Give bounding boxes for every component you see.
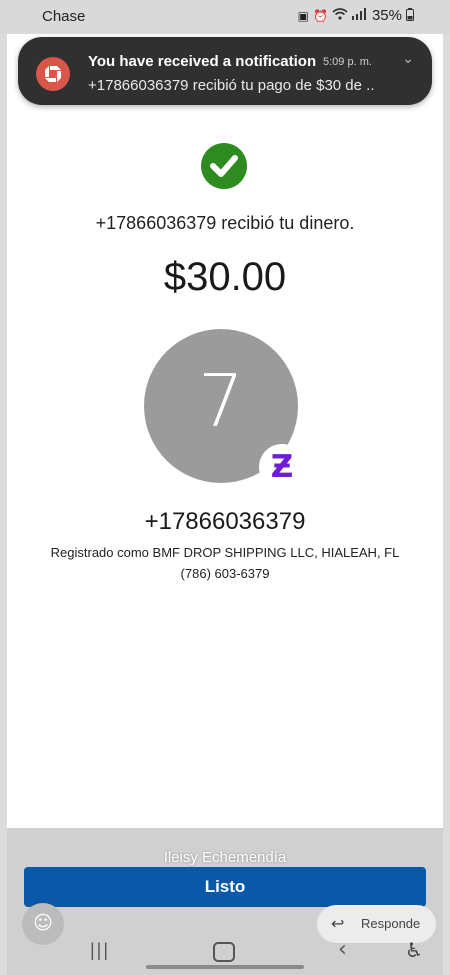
reply-arrow-icon: ↩ (331, 914, 345, 933)
chase-app-icon (36, 57, 70, 91)
status-bar: Chase ▣ ⏰ 35% (0, 0, 450, 34)
recipient-alt-phone: (786) 603-6379 (180, 566, 270, 581)
alarm-icon: ⏰ (313, 8, 328, 23)
confirmation-message: +17866036379 recibió tu dinero. (95, 213, 355, 233)
done-button[interactable]: Listo (24, 867, 426, 907)
lock-icon: ▣ (297, 8, 310, 23)
recipient-registration: Registrado como BMF DROP SHIPPING LLC, H… (50, 545, 400, 560)
recipient-phone: +17866036379 (144, 508, 306, 535)
status-icons: ▣ ⏰ 35% (298, 7, 414, 24)
navigation-bar: ||| ‹ ♿ (0, 937, 450, 975)
notification-title: You have received a notification (88, 53, 317, 70)
success-check-icon (201, 143, 247, 189)
reply-caption: Ileisy Echemendía (163, 849, 287, 866)
reply-button-label: Responde (361, 916, 421, 931)
notification-body: +17866036379 recibió tu pago de $30 de .… (88, 77, 375, 94)
wifi-icon (332, 8, 348, 23)
zelle-logo-icon: Ƶ (259, 444, 305, 490)
battery-icon (406, 7, 414, 24)
back-icon[interactable]: ‹ (338, 937, 347, 962)
avatar-initial: 7 (198, 359, 244, 443)
emoji-button[interactable]: ☺ (22, 903, 64, 945)
home-icon[interactable] (213, 942, 235, 962)
accessibility-icon[interactable]: ♿ (405, 938, 423, 962)
chevron-down-icon[interactable]: ⌄ (402, 51, 414, 67)
payment-amount: $30.00 (163, 255, 287, 299)
recent-apps-icon[interactable]: ||| (90, 940, 110, 961)
smiley-icon: ☺ (33, 912, 53, 934)
status-carrier: Chase (42, 8, 86, 25)
signal-icon (351, 8, 366, 23)
notification-time: 5:09 p. m. (323, 56, 372, 68)
zelle-glyph: Ƶ (270, 449, 294, 485)
gesture-handle (146, 965, 304, 969)
battery-percent: 35% (371, 7, 402, 24)
notification-banner[interactable]: You have received a notification 5:09 p.… (18, 37, 432, 105)
